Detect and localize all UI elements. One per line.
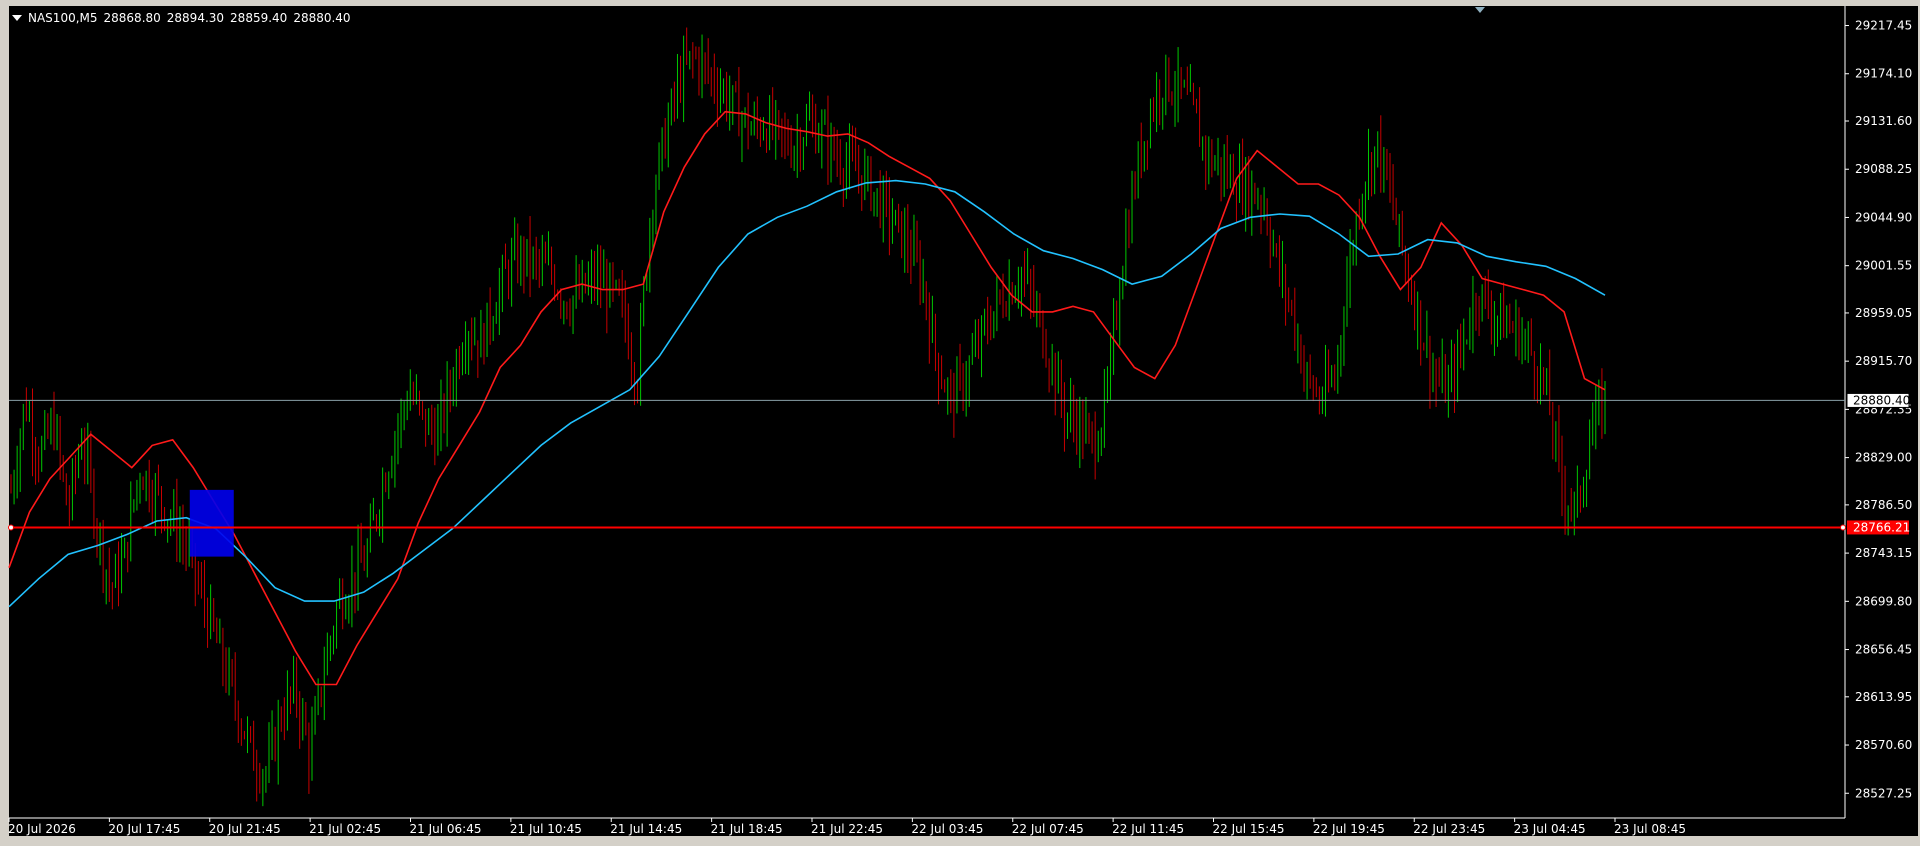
x-tick-label: 21 Jul 14:45 [610,822,682,836]
y-tick-label: 28959.05 [1855,306,1912,320]
low-value: 28859.40 [230,10,288,25]
x-tick-label: 21 Jul 18:45 [711,822,783,836]
x-tick-label: 20 Jul 21:45 [209,822,281,836]
x-tick-label: 20 Jul 2026 [8,822,76,836]
high-value: 28894.30 [166,10,225,25]
x-tick-label: 22 Jul 11:45 [1112,822,1184,836]
symbol-label: NAS100,M5 [28,10,98,25]
y-tick-label: 28786.50 [1855,498,1912,512]
y-tick-label: 28829.00 [1855,451,1912,465]
y-tick-label: 29217.45 [1855,19,1912,33]
open-value: 28868.80 [103,10,161,25]
price-chart[interactable]: 29217.45 29174.10 29131.60 29088.25 29044.90… [0,0,1920,846]
y-tick-label: 28743.15 [1855,546,1912,560]
y-tick-label: 28699.80 [1855,594,1912,608]
plot-area [9,6,1845,818]
x-tick-label: 22 Jul 03:45 [911,822,983,836]
x-tick-label: 21 Jul 02:45 [309,822,381,836]
close-value: 28880.40 [293,10,351,25]
chart-menu-icon[interactable] [12,14,22,21]
x-tick-label: 23 Jul 08:45 [1614,822,1686,836]
y-tick-label: 28613.95 [1855,690,1912,704]
y-tick-label: 28570.60 [1855,738,1912,752]
x-tick-label: 23 Jul 04:45 [1514,822,1586,836]
level-anchor-right [1840,524,1846,531]
x-tick-label: 21 Jul 10:45 [510,822,582,836]
y-tick-label: 28527.25 [1855,786,1912,800]
current-price-label: 28880.40 [1853,393,1910,407]
horizontal-level-label: 28766.21 [1853,520,1910,534]
x-tick-label: 22 Jul 19:45 [1313,822,1385,836]
x-tick-label: 21 Jul 06:45 [410,822,482,836]
x-tick-label: 22 Jul 07:45 [1012,822,1084,836]
y-tick-label: 29044.90 [1855,210,1912,224]
x-tick-label: 20 Jul 17:45 [108,822,180,836]
chart-header: NAS100,M5 28868.80 28894.30 28859.40 28880.4… [12,10,357,25]
x-tick-label: 21 Jul 22:45 [811,822,883,836]
level-anchor-left [8,524,14,531]
x-tick-label: 22 Jul 23:45 [1413,822,1485,836]
zone-rectangle [189,489,234,557]
y-tick-label: 29174.10 [1855,67,1912,81]
y-tick-label: 29131.60 [1855,114,1912,128]
y-tick-label: 28656.45 [1855,643,1912,657]
y-tick-label: 29088.25 [1855,162,1912,176]
y-tick-label: 28915.70 [1855,354,1912,368]
y-tick-label: 29001.55 [1855,259,1912,273]
x-tick-label: 22 Jul 15:45 [1213,822,1285,836]
